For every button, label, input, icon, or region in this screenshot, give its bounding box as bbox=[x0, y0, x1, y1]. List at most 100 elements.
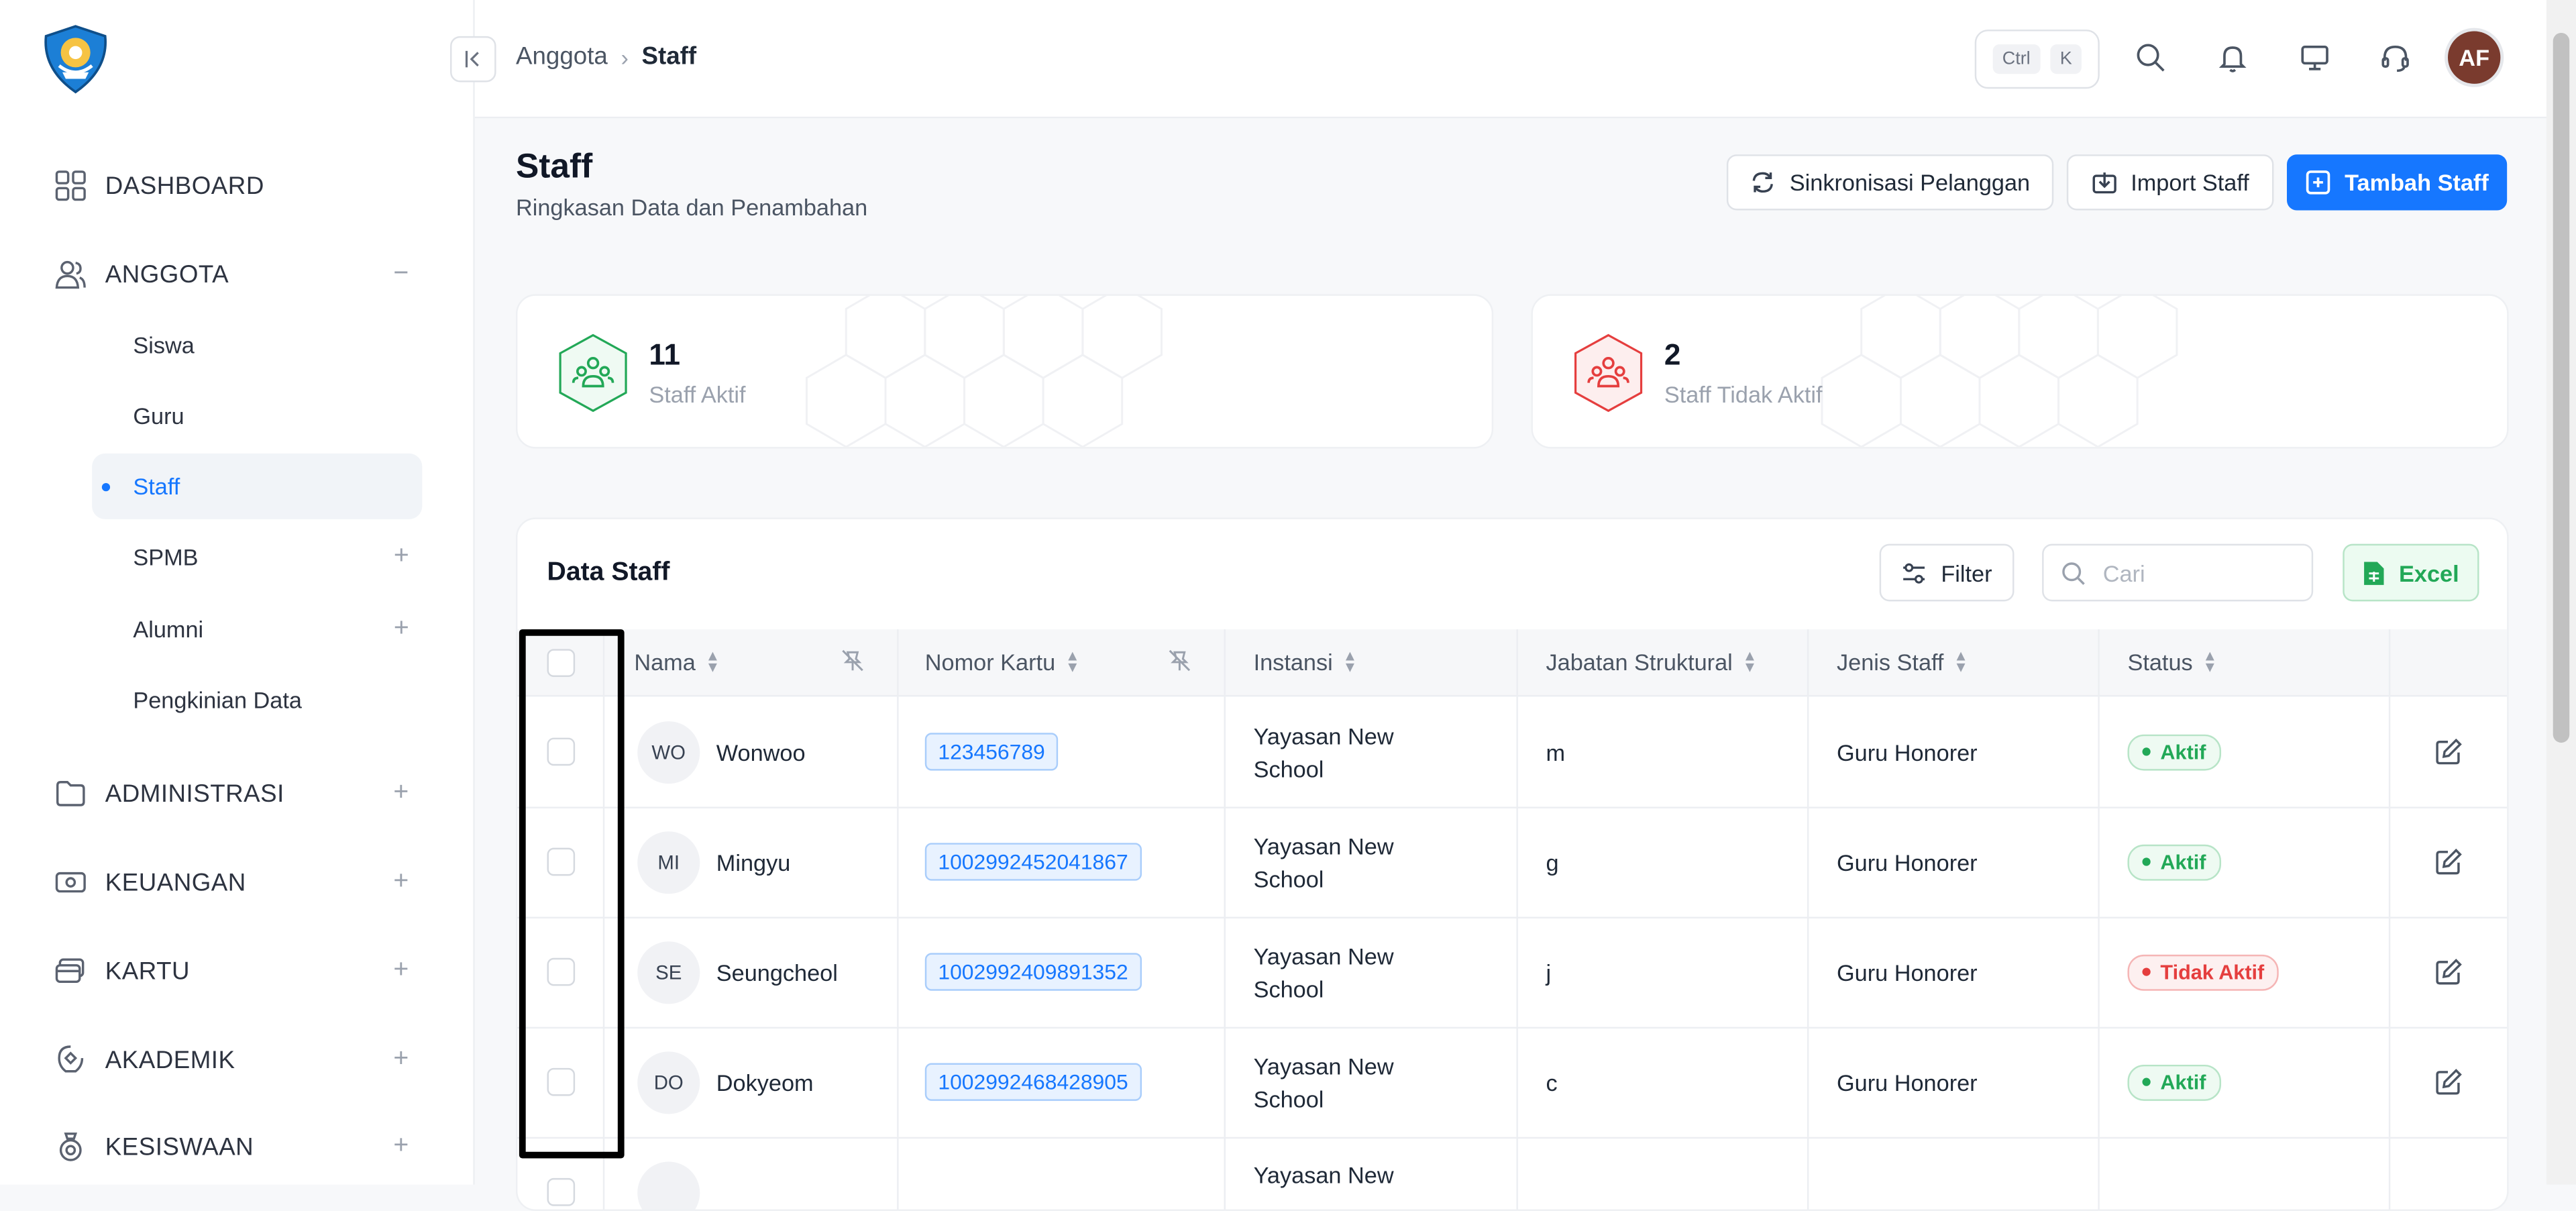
sidebar-item-administrasi[interactable]: ADMINISTRASI + bbox=[52, 764, 422, 823]
expand-icon[interactable]: + bbox=[393, 1045, 409, 1075]
sidebar-sub-staff[interactable]: Staff bbox=[92, 453, 423, 519]
col-label: Jabatan Struktural bbox=[1546, 649, 1733, 676]
staff-name: Seungcheol bbox=[716, 958, 838, 986]
import-icon bbox=[2092, 172, 2116, 194]
search-icon[interactable] bbox=[2133, 40, 2169, 76]
status-cell: Aktif bbox=[2100, 1026, 2391, 1137]
col-nama[interactable]: Nama ▲ ▼ bbox=[604, 629, 899, 695]
sidebar-sub-siswa[interactable]: Siswa bbox=[92, 312, 422, 378]
collapse-icon[interactable]: − bbox=[393, 260, 409, 289]
import-staff-button[interactable]: Import Staff bbox=[2066, 154, 2274, 211]
jabatan-cell bbox=[1518, 1137, 1809, 1210]
sidebar-item-label: KARTU bbox=[105, 957, 191, 986]
col-nomor-kartu[interactable]: Nomor Kartu ▲ ▼ bbox=[899, 629, 1226, 695]
edit-icon[interactable] bbox=[2434, 738, 2463, 766]
monitor-icon[interactable] bbox=[2297, 40, 2333, 76]
sidebar-item-kesiswaan[interactable]: KESISWAAN + bbox=[52, 1117, 422, 1176]
sidebar-sub-spmb[interactable]: SPMB + bbox=[92, 524, 422, 590]
sort-icon[interactable]: ▲ ▼ bbox=[1065, 648, 1080, 674]
sidebar-item-akademik[interactable]: AKADEMIK + bbox=[52, 1031, 422, 1090]
add-staff-button[interactable]: Tambah Staff bbox=[2287, 154, 2508, 211]
status-text: Tidak Aktif bbox=[2160, 960, 2265, 984]
expand-icon[interactable]: + bbox=[393, 867, 409, 897]
expand-icon[interactable]: + bbox=[393, 1132, 409, 1161]
excel-label: Excel bbox=[2399, 559, 2459, 586]
search-input[interactable] bbox=[2099, 558, 2288, 588]
scrollbar-thumb[interactable] bbox=[2553, 32, 2570, 743]
row-checkbox[interactable] bbox=[546, 1177, 574, 1206]
col-label: Nama bbox=[634, 649, 696, 676]
expand-icon[interactable]: + bbox=[393, 779, 409, 808]
sort-icon[interactable]: ▲ ▼ bbox=[2202, 648, 2217, 674]
col-status[interactable]: Status ▲ ▼ bbox=[2100, 629, 2391, 695]
edit-icon[interactable] bbox=[2434, 848, 2463, 876]
breadcrumb-separator: › bbox=[621, 43, 629, 70]
search-box[interactable] bbox=[2042, 543, 2314, 602]
add-label: Tambah Staff bbox=[2345, 169, 2489, 196]
unpin-icon[interactable] bbox=[841, 649, 864, 672]
sort-icon[interactable]: ▲ ▼ bbox=[1342, 648, 1357, 674]
instansi-line: School bbox=[1253, 865, 1324, 892]
avatar: DO bbox=[637, 1051, 700, 1114]
col-instansi[interactable]: Instansi ▲ ▼ bbox=[1226, 629, 1518, 695]
sidebar-item-label: ADMINISTRASI bbox=[105, 780, 284, 808]
sidebar-sub-alumni[interactable]: Alumni + bbox=[92, 596, 422, 662]
instansi-line: School bbox=[1253, 975, 1324, 1002]
bell-icon[interactable] bbox=[2214, 40, 2251, 76]
sliders-icon bbox=[1904, 562, 1926, 583]
active-label: Staff Aktif bbox=[649, 381, 746, 408]
unpin-icon[interactable] bbox=[1168, 649, 1191, 672]
expand-icon[interactable]: + bbox=[393, 956, 409, 986]
avatar[interactable]: AF bbox=[2445, 28, 2504, 87]
kartu-cell: 1002992409891352 bbox=[899, 916, 1226, 1027]
col-label: Jenis Staff bbox=[1836, 649, 1944, 676]
actions-cell bbox=[2390, 806, 2507, 916]
instansi-line: School bbox=[1253, 1085, 1324, 1112]
expand-icon[interactable]: + bbox=[394, 615, 409, 644]
sidebar-sub-guru[interactable]: Guru bbox=[92, 383, 422, 449]
active-dot bbox=[101, 483, 111, 492]
staff-name: Dokyeom bbox=[716, 1069, 814, 1096]
nama-cell: SE Seungcheol bbox=[604, 916, 899, 1027]
col-jabatan[interactable]: Jabatan Struktural ▲ ▼ bbox=[1518, 629, 1809, 695]
command-shortcut[interactable]: Ctrl K bbox=[1974, 30, 2100, 89]
sync-customers-button[interactable]: Sinkronisasi Pelanggan bbox=[1726, 154, 2054, 211]
jabatan-cell: m bbox=[1518, 696, 1809, 807]
sidebar-item-kartu[interactable]: KARTU + bbox=[52, 941, 422, 1000]
search-icon bbox=[2062, 562, 2085, 584]
sidebar-item-anggota[interactable]: ANGGOTA − bbox=[52, 245, 422, 304]
card-number-tag: 1002992452041867 bbox=[924, 843, 1142, 881]
plus-square-icon bbox=[2306, 170, 2330, 195]
sort-icon[interactable]: ▲ ▼ bbox=[1742, 648, 1757, 674]
sidebar-collapse-button[interactable] bbox=[450, 36, 496, 83]
edit-icon[interactable] bbox=[2434, 1068, 2463, 1096]
headset-icon[interactable] bbox=[2377, 40, 2414, 76]
edit-icon[interactable] bbox=[2434, 958, 2463, 986]
status-badge: Aktif bbox=[2127, 1063, 2221, 1100]
status-cell: Aktif bbox=[2100, 696, 2391, 807]
vertical-scrollbar[interactable] bbox=[2546, 0, 2576, 1185]
jabatan-cell: j bbox=[1518, 916, 1809, 1027]
jenis-cell: Guru Honorer bbox=[1809, 1026, 2100, 1137]
kartu-cell: 1002992452041867 bbox=[899, 806, 1226, 917]
status-dot bbox=[2142, 857, 2151, 866]
sidebar-sub-pengkinian[interactable]: Pengkinian Data bbox=[92, 667, 422, 733]
table-row: WO Wonwoo 123456789 Yayasan New School m G… bbox=[517, 696, 2508, 808]
instansi-line: School bbox=[1253, 755, 1324, 782]
col-jenis-staff[interactable]: Jenis Staff ▲ ▼ bbox=[1809, 629, 2100, 695]
staff-name: Wonwoo bbox=[716, 738, 806, 766]
collapse-left-icon bbox=[465, 50, 479, 68]
ctrl-key: Ctrl bbox=[1992, 44, 2041, 74]
instansi-line: Yayasan New bbox=[1253, 832, 1394, 859]
sidebar-item-keuangan[interactable]: KEUANGAN + bbox=[52, 853, 422, 912]
sort-icon[interactable]: ▲ ▼ bbox=[1953, 648, 1968, 674]
card-number-tag: 1002992409891352 bbox=[924, 953, 1142, 991]
sidebar-item-dashboard[interactable]: DASHBOARD bbox=[52, 156, 422, 215]
active-count: 11 bbox=[649, 338, 680, 372]
breadcrumb-anggota[interactable]: Anggota bbox=[516, 43, 608, 71]
expand-icon[interactable]: + bbox=[394, 542, 409, 572]
sort-icon[interactable]: ▲ ▼ bbox=[706, 648, 720, 674]
filter-button[interactable]: Filter bbox=[1879, 543, 2015, 602]
excel-export-button[interactable]: Excel bbox=[2343, 543, 2479, 602]
nama-cell bbox=[604, 1137, 899, 1210]
